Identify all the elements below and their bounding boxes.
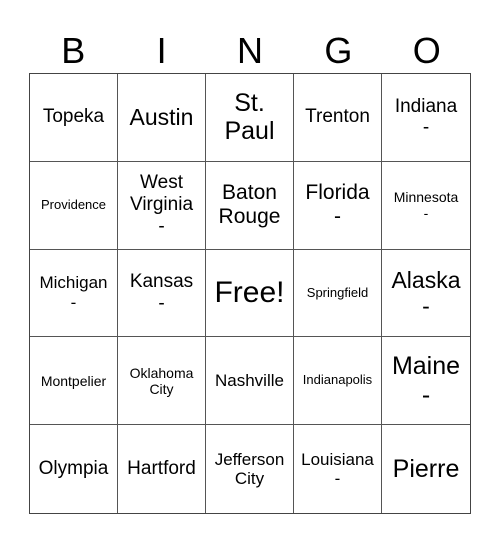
bingo-cell[interactable]: Oklahoma City xyxy=(118,337,206,426)
bingo-cell[interactable]: Louisiana - xyxy=(294,425,382,513)
cell-label: Pierre xyxy=(392,454,460,483)
cell-label: Louisiana - xyxy=(301,449,374,489)
bingo-cell[interactable]: Olympia xyxy=(30,425,118,513)
header-letter-o: O xyxy=(412,30,441,71)
cell-label: Jefferson City xyxy=(214,449,285,489)
cell-label: Austin xyxy=(129,104,194,131)
cell-label: Alaska - xyxy=(391,266,461,319)
cell-label: Springfield xyxy=(306,284,369,300)
free-space-label: Free! xyxy=(214,275,285,309)
bingo-cell[interactable]: Pierre xyxy=(382,425,470,513)
bingo-cell[interactable]: Maine - xyxy=(382,337,470,426)
bingo-cell[interactable]: Montpelier xyxy=(30,337,118,426)
bingo-cell[interactable]: Trenton xyxy=(294,74,382,162)
cell-label: Minnesota - xyxy=(393,189,459,222)
bingo-cell[interactable]: Indianapolis xyxy=(294,337,382,426)
bingo-cell[interactable]: West Virginia - xyxy=(118,161,206,250)
bingo-cell[interactable]: Austin xyxy=(118,74,206,162)
bingo-cell[interactable]: Michigan - xyxy=(30,249,118,338)
cell-label: Nashville xyxy=(215,371,284,391)
cell-label: Montpelier xyxy=(40,372,107,389)
bingo-cell[interactable]: Springfield xyxy=(294,249,382,338)
header-letter-n: N xyxy=(236,30,263,71)
bingo-cell[interactable]: St. Paul xyxy=(206,74,294,162)
bingo-cell[interactable]: Baton Rouge xyxy=(206,161,294,250)
cell-label: Kansas - xyxy=(129,271,194,314)
cell-label: Maine - xyxy=(391,352,461,409)
bingo-header: B I N G O xyxy=(29,29,471,73)
bingo-cell[interactable]: Indiana - xyxy=(382,74,470,162)
bingo-cell[interactable]: Jefferson City xyxy=(206,425,294,513)
bingo-cell[interactable]: Alaska - xyxy=(382,250,470,338)
cell-label: Olympia xyxy=(38,458,109,480)
cell-label: Indianapolis xyxy=(302,372,373,388)
cell-label: St. Paul xyxy=(224,88,275,146)
cell-label: Florida - xyxy=(305,181,370,229)
cell-label: West Virginia - xyxy=(129,172,194,238)
bingo-card-grid: Topeka Austin St. Paul Trenton Indiana -… xyxy=(29,73,471,514)
bingo-cell[interactable]: Florida - xyxy=(294,161,382,250)
cell-label: Baton Rouge xyxy=(218,181,281,229)
cell-label: Providence xyxy=(40,196,107,212)
free-space-cell[interactable]: Free! xyxy=(206,249,294,338)
cell-label: Hartford xyxy=(127,458,196,480)
bingo-cell[interactable]: Minnesota - xyxy=(382,162,470,250)
bingo-cell[interactable]: Kansas - xyxy=(118,249,206,338)
cell-label: Indiana - xyxy=(394,95,458,139)
bingo-cell[interactable]: Hartford xyxy=(118,425,206,513)
cell-label: Oklahoma City xyxy=(129,364,194,397)
header-letter-g: G xyxy=(324,30,353,71)
bingo-cell[interactable]: Topeka xyxy=(30,74,118,162)
cell-label: Michigan - xyxy=(39,273,108,312)
header-letter-i: I xyxy=(156,30,167,71)
bingo-cell[interactable]: Nashville xyxy=(206,337,294,426)
cell-label: Trenton xyxy=(305,106,370,128)
cell-label: Topeka xyxy=(42,106,105,128)
header-letter-b: B xyxy=(61,30,86,71)
bingo-cell[interactable]: Providence xyxy=(30,161,118,250)
